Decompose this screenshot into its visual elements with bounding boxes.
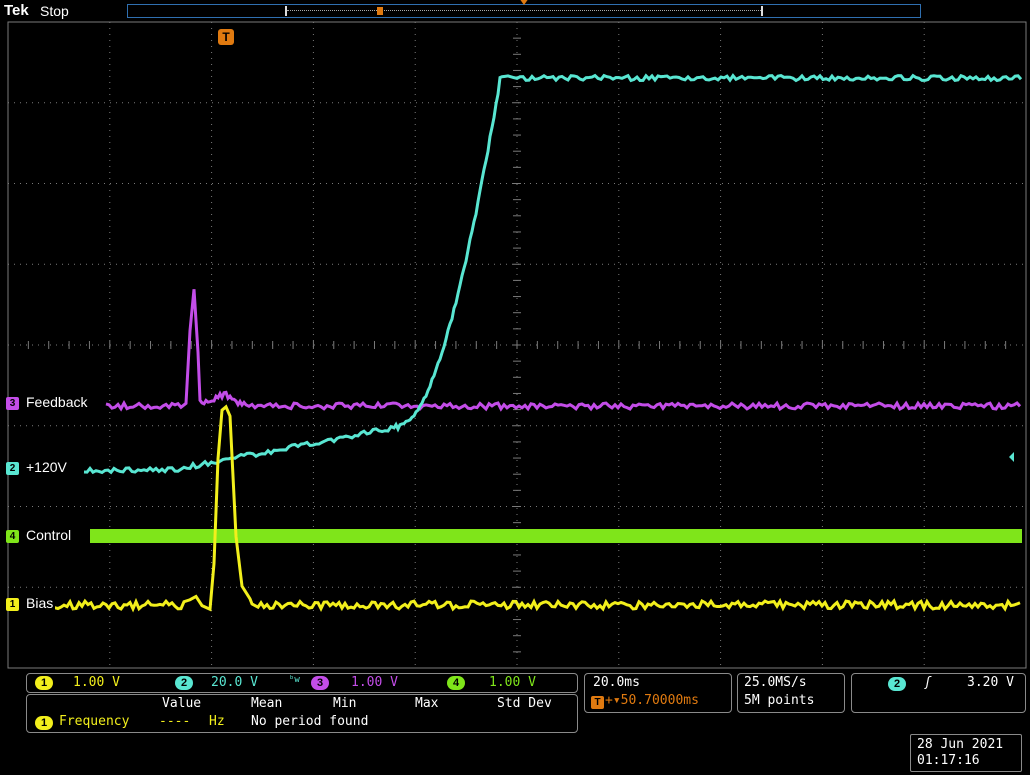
ch4-scale-badge[interactable]: 4 [447, 676, 465, 690]
record-length: 5M points [744, 693, 814, 708]
meas-value: ---- [159, 714, 190, 729]
trigger-position-value: +▾50.70000ms [605, 693, 699, 708]
waveform-bias [40, 407, 1020, 609]
ch2-scale-value: 20.0 V [211, 675, 258, 690]
meas-source-badge[interactable]: 1 [35, 716, 53, 730]
timebase-panel[interactable]: 20.0ms T +▾50.70000ms [584, 673, 732, 713]
channel-scale-panel[interactable]: 1 1.00 V 2 20.0 V ᵇw 3 1.00 V 4 1.00 V [26, 673, 578, 693]
ch1-scale-value: 1.00 V [73, 675, 120, 690]
rising-edge-icon: ʃ [924, 675, 932, 690]
meas-header-std-dev: Std Dev [497, 696, 552, 711]
waveform-graticule[interactable] [0, 0, 1030, 670]
ch1-scale-badge[interactable]: 1 [35, 676, 53, 690]
waveform-plus-120v [84, 76, 1021, 473]
time-display: 01:17:16 [917, 753, 980, 768]
meas-header-min: Min [333, 696, 356, 711]
grid-lines [8, 22, 1026, 668]
trigger-level-marker-icon [1009, 452, 1014, 462]
meas-header-value: Value [162, 696, 201, 711]
ch2-scale-badge[interactable]: 2 [175, 676, 193, 690]
date-display: 28 Jun 2021 [917, 737, 1003, 752]
ch2-marker[interactable]: 2 [6, 462, 19, 475]
ch3-scale-badge[interactable]: 3 [311, 676, 329, 690]
ch4-scale-value: 1.00 V [489, 675, 536, 690]
ch1-marker[interactable]: 1 [6, 598, 19, 611]
sample-rate: 25.0MS/s [744, 675, 807, 690]
datetime-panel: 28 Jun 2021 01:17:16 [910, 734, 1022, 772]
meas-unit: Hz [209, 714, 225, 729]
measurement-panel[interactable]: Value Mean Min Max Std Dev 1 Frequency -… [26, 694, 578, 733]
waveform-feedback [106, 289, 1020, 409]
meas-header-max: Max [415, 696, 438, 711]
trigger-panel[interactable]: 2 ʃ 3.20 V [851, 673, 1026, 713]
ch4-marker[interactable]: 4 [6, 530, 19, 543]
horizontal-scale: 20.0ms [593, 675, 640, 690]
channel-label-plus-120v: +120V [24, 459, 69, 475]
trigger-level: 3.20 V [967, 675, 1014, 690]
channel-label-feedback: Feedback [24, 394, 89, 410]
meas-name[interactable]: Frequency [59, 714, 129, 729]
bandwidth-limit-icon: ᵇw [289, 675, 300, 685]
meas-header-mean: Mean [251, 696, 282, 711]
channel-label-control: Control [24, 527, 73, 543]
ch3-scale-value: 1.00 V [351, 675, 398, 690]
trigger-offset-icon: T [591, 696, 604, 709]
ch3-marker[interactable]: 3 [6, 397, 19, 410]
acquisition-panel[interactable]: 25.0MS/s 5M points [737, 673, 845, 713]
meas-status: No period found [251, 714, 368, 729]
channel-label-bias: Bias [24, 595, 55, 611]
trigger-source-badge[interactable]: 2 [888, 677, 906, 691]
